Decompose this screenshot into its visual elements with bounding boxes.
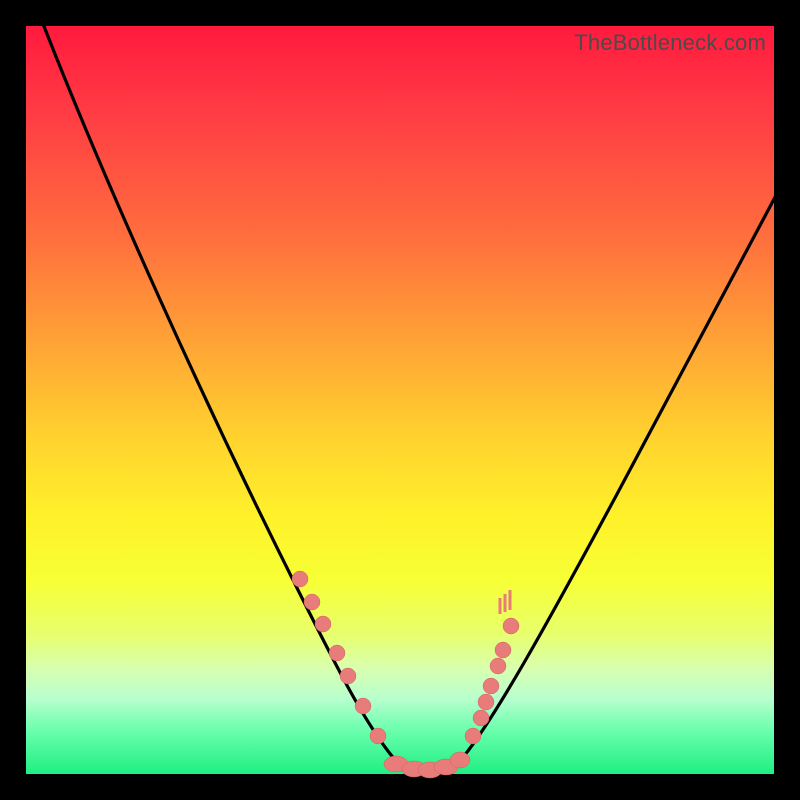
chart-stage: TheBottleneck.com <box>0 0 800 800</box>
bottleneck-curve <box>26 26 774 774</box>
marker-dot <box>304 594 320 610</box>
marker-dot <box>483 678 499 694</box>
plot-area: TheBottleneck.com <box>26 26 774 774</box>
marker-dot <box>355 698 371 714</box>
marker-dot <box>495 642 511 658</box>
marker-dot <box>370 728 386 744</box>
marker-dot <box>473 710 489 726</box>
curve-path <box>40 16 781 773</box>
marker-dot <box>292 571 308 587</box>
marker-dot <box>465 728 481 744</box>
marker-dot <box>478 694 494 710</box>
marker-dot <box>503 618 519 634</box>
marker-dot <box>329 645 345 661</box>
marker-dot <box>490 658 506 674</box>
marker-dot <box>450 752 470 768</box>
marker-dot <box>340 668 356 684</box>
marker-dot <box>315 616 331 632</box>
